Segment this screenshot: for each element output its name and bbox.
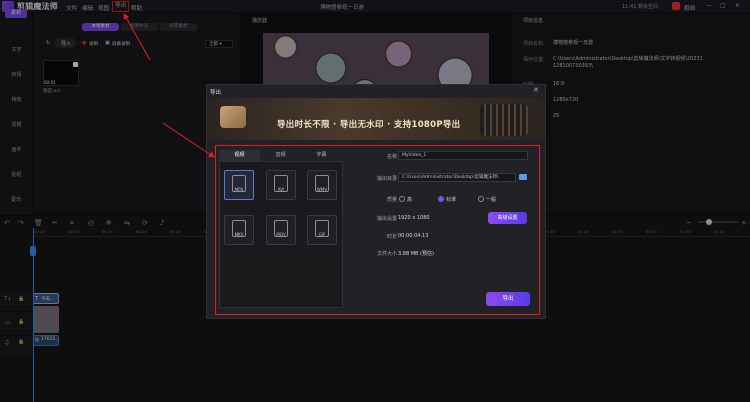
format-label: MP4 <box>234 187 244 192</box>
name-input[interactable]: MyVideo_1 <box>398 151 528 160</box>
folder-icon[interactable] <box>519 174 527 180</box>
file-size-label: 文件大小 <box>376 251 397 257</box>
tab-video[interactable]: 视频 <box>219 150 260 161</box>
promo-text: 导出时长不限 · 导出无水印 · 支持1080P导出 <box>277 120 461 130</box>
quality-normal-radio[interactable] <box>478 196 484 202</box>
dialog-close-icon[interactable]: ✕ <box>533 86 539 94</box>
duration-value: 00:00:04.13 <box>398 233 429 239</box>
format-label: GIF <box>318 232 326 237</box>
format-label: MKV <box>234 232 244 237</box>
dialog-title: 导出 <box>210 90 222 96</box>
film-strip-icon <box>480 104 528 136</box>
tab-audio[interactable]: 音频 <box>260 150 301 161</box>
quality-high-label: 高 <box>407 197 413 203</box>
file-size-value: 3.88 MB (预估) <box>398 251 434 257</box>
output-settings-label: 输出设置 <box>376 216 397 222</box>
video-camera-icon <box>220 106 246 128</box>
tab-subtitle[interactable]: 字幕 <box>301 150 342 161</box>
export-button[interactable]: 导出 <box>486 292 530 306</box>
quality-label: 质量 <box>386 197 397 203</box>
duration-label: 时长 <box>386 234 397 240</box>
output-dir-label: 输出目录 <box>376 176 397 182</box>
name-label: 名称 <box>386 154 397 160</box>
quality-high-radio[interactable] <box>399 196 405 202</box>
quality-standard-label: 标准 <box>446 197 457 203</box>
advanced-settings-button[interactable]: 高级设置 <box>488 212 527 224</box>
format-label: AVI <box>277 187 285 192</box>
quality-normal-label: 一般 <box>486 197 497 203</box>
output-settings-value: 1920 x 1080 <box>398 215 430 221</box>
format-label: WMV <box>316 187 328 192</box>
format-label: MOV <box>276 232 286 237</box>
output-dir-input[interactable]: C:\Users\Administrator\Desktop\剪辑魔法师\ <box>398 173 516 182</box>
quality-standard-radio[interactable] <box>438 196 444 202</box>
